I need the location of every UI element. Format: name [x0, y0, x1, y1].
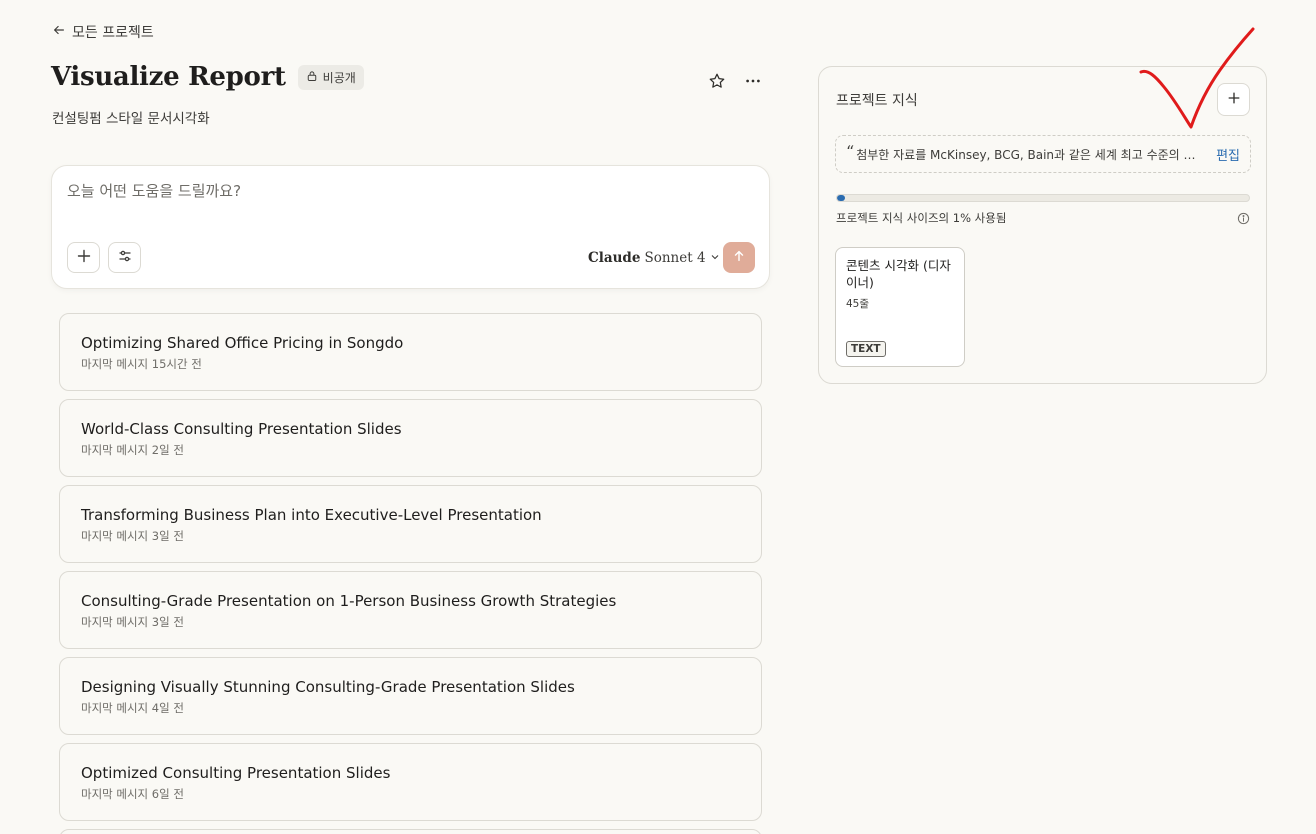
knowledge-usage-bar [836, 194, 1250, 202]
project-description: 컨설팅펌 스타일 문서시각화 [52, 111, 210, 127]
plus-icon [76, 248, 92, 268]
tools-button[interactable] [108, 242, 141, 273]
edit-instructions-link[interactable]: 편집 [1216, 145, 1240, 164]
add-knowledge-button[interactable] [1217, 83, 1250, 116]
back-link-label: 모든 프로젝트 [72, 25, 154, 41]
project-actions [706, 70, 764, 92]
project-instructions: “ 첨부한 자료를 McKinsey, BCG, Bain과 같은 세계 최고 … [835, 135, 1251, 173]
file-type-badge: TEXT [846, 341, 886, 357]
chat-title: Designing Visually Stunning Consulting-G… [81, 678, 575, 696]
chat-last-message: 마지막 메시지 15시간 전 [81, 357, 202, 371]
chat-last-message: 마지막 메시지 4일 전 [81, 701, 184, 715]
chat-item[interactable]: World-Class Consulting Presentation Slid… [59, 399, 762, 477]
chat-title: Transforming Business Plan into Executiv… [81, 506, 542, 524]
project-knowledge-panel: 프로젝트 지식 “ 첨부한 자료를 McKinsey, BCG, Bain과 같… [818, 66, 1267, 384]
visibility-badge: 비공개 [297, 64, 364, 90]
chat-title: Consulting-Grade Presentation on 1-Perso… [81, 592, 617, 610]
project-header: Visualize Report 비공개 [51, 62, 364, 92]
arrow-left-icon [52, 23, 66, 41]
arrow-up-icon [732, 248, 746, 267]
project-title: Visualize Report [51, 62, 286, 92]
chat-item[interactable] [59, 829, 762, 834]
message-input[interactable] [67, 182, 747, 200]
more-options-icon[interactable] [742, 70, 764, 92]
chat-last-message: 마지막 메시지 6일 전 [81, 787, 184, 801]
message-composer: Claude Sonnet 4 [51, 165, 770, 289]
knowledge-file-card[interactable]: 콘텐츠 시각화 (디자이너) 45줄 TEXT [835, 247, 965, 367]
knowledge-usage-label: 프로젝트 지식 사이즈의 1% 사용됨 [836, 211, 1007, 225]
file-name: 콘텐츠 시각화 (디자이너) [846, 258, 951, 290]
send-button[interactable] [723, 242, 755, 273]
knowledge-usage-fill [837, 195, 846, 201]
file-line-count: 45줄 [846, 298, 870, 310]
chevron-down-icon [710, 250, 720, 266]
chat-item[interactable]: Consulting-Grade Presentation on 1-Perso… [59, 571, 762, 649]
quote-icon: “ [846, 141, 855, 161]
chat-last-message: 마지막 메시지 3일 전 [81, 529, 184, 543]
chat-item[interactable]: Optimized Consulting Presentation Slides… [59, 743, 762, 821]
model-selector[interactable]: Claude Sonnet 4 [588, 250, 720, 266]
chat-last-message: 마지막 메시지 2일 전 [81, 443, 184, 457]
visibility-label: 비공개 [322, 70, 356, 85]
chat-item[interactable]: Transforming Business Plan into Executiv… [59, 485, 762, 563]
chat-list: Optimizing Shared Office Pricing in Song… [59, 313, 762, 834]
model-name: Sonnet 4 [644, 250, 706, 266]
lock-icon [306, 70, 318, 85]
sliders-icon [117, 248, 133, 268]
attach-button[interactable] [67, 242, 100, 273]
chat-title: Optimized Consulting Presentation Slides [81, 764, 391, 782]
instructions-text[interactable]: 첨부한 자료를 McKinsey, BCG, Bain과 같은 세계 최고 수준… [856, 146, 1201, 163]
plus-icon [1227, 90, 1241, 109]
star-icon[interactable] [706, 70, 728, 92]
chat-last-message: 마지막 메시지 3일 전 [81, 615, 184, 629]
knowledge-title: 프로젝트 지식 [836, 93, 918, 109]
chat-title: Optimizing Shared Office Pricing in Song… [81, 334, 404, 352]
chat-item[interactable]: Designing Visually Stunning Consulting-G… [59, 657, 762, 735]
chat-title: World-Class Consulting Presentation Slid… [81, 420, 402, 438]
model-brand: Claude [588, 250, 641, 266]
info-icon[interactable] [1237, 212, 1250, 225]
chat-item[interactable]: Optimizing Shared Office Pricing in Song… [59, 313, 762, 391]
back-to-projects-link[interactable]: 모든 프로젝트 [52, 22, 154, 42]
